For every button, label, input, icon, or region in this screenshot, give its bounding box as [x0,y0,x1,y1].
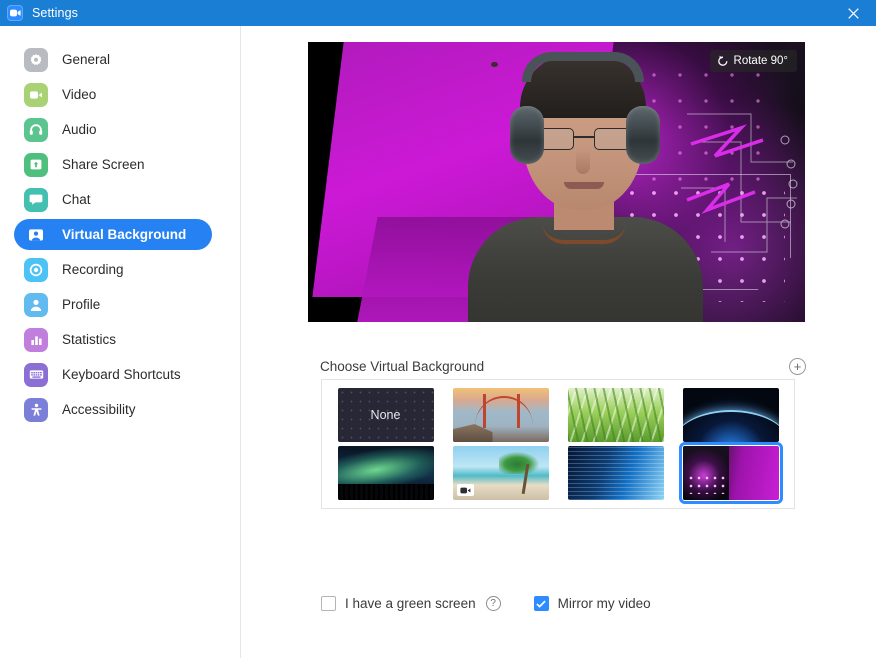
window-body: General Video [0,26,876,658]
person-eye-left [491,62,498,67]
background-thumbnail-purple-cyber[interactable] [683,446,779,500]
sidebar-item-label: Virtual Background [62,227,186,242]
shirt-collar [542,222,626,244]
person-frame-icon [24,223,48,247]
person-mouth [564,182,604,189]
settings-window: Settings General [0,0,876,658]
background-thumbnail-grass[interactable] [568,388,664,442]
green-screen-checkbox[interactable] [321,596,336,611]
settings-sidebar: General Video [0,26,241,658]
zoom-camera-icon [7,5,23,21]
headphone-band [522,52,644,82]
sidebar-item-profile[interactable]: Profile [14,289,212,320]
headphone-cup-right [626,106,660,164]
sidebar-item-label: Keyboard Shortcuts [62,367,181,382]
sidebar-item-label: Video [62,87,96,102]
gear-icon [24,48,48,72]
sidebar-item-statistics[interactable]: Statistics [14,324,212,355]
background-thumbnail-beach[interactable] [453,446,549,500]
video-preview: Rotate 90° [308,42,805,322]
glasses-icon [536,128,632,150]
window-title: Settings [32,6,78,20]
sidebar-item-keyboard-shortcuts[interactable]: Keyboard Shortcuts [14,359,212,390]
add-background-button[interactable]: + [789,358,806,375]
accessibility-icon [24,398,48,422]
mirror-video-label: Mirror my video [558,596,651,611]
title-bar: Settings [0,0,876,26]
background-thumbnail-none[interactable]: None [338,388,434,442]
sidebar-item-video[interactable]: Video [14,79,212,110]
background-thumbnail-golden-gate[interactable] [453,388,549,442]
sidebar-item-recording[interactable]: Recording [14,254,212,285]
sidebar-item-label: General [62,52,110,67]
settings-main-pane: Rotate 90° Choose Virtual Background + N… [241,26,876,658]
sidebar-item-label: Recording [62,262,124,277]
help-icon[interactable]: ? [486,596,501,611]
sidebar-item-label: Audio [62,122,97,137]
upload-screen-icon [24,153,48,177]
background-thumbnail-grid: None [321,379,795,509]
chat-bubble-icon [24,188,48,212]
bar-chart-icon [24,328,48,352]
headphone-cup-left [510,106,544,164]
thumbnail-label: None [338,388,434,442]
sidebar-item-label: Share Screen [62,157,145,172]
person-nose [576,150,590,174]
sidebar-item-general[interactable]: General [14,44,212,75]
sidebar-item-virtual-background[interactable]: Virtual Background [14,219,212,250]
video-camera-icon [24,83,48,107]
background-thumbnail-earth[interactable] [683,388,779,442]
record-circle-icon [24,258,48,282]
rotate-button-label: Rotate 90° [734,55,788,67]
mirror-video-checkbox[interactable] [534,596,549,611]
sidebar-item-accessibility[interactable]: Accessibility [14,394,212,425]
close-button[interactable] [830,0,876,26]
sidebar-item-label: Statistics [62,332,116,347]
sidebar-item-chat[interactable]: Chat [14,184,212,215]
keyboard-icon [24,363,48,387]
person-icon [24,293,48,317]
headphones-icon [24,118,48,142]
sidebar-item-label: Chat [62,192,91,207]
sidebar-item-label: Accessibility [62,402,136,417]
video-badge-icon [457,484,474,496]
magenta-zigzag-icon [685,122,795,232]
green-screen-label: I have a green screen [345,596,476,611]
person-silhouette [476,54,691,322]
sidebar-item-share-screen[interactable]: Share Screen [14,149,212,180]
rotate-90-button[interactable]: Rotate 90° [710,50,797,72]
sidebar-item-label: Profile [62,297,100,312]
virtual-background-options: I have a green screen ? Mirror my video [321,596,651,611]
green-screen-option[interactable]: I have a green screen ? [321,596,501,611]
mirror-video-option[interactable]: Mirror my video [534,596,651,611]
section-title: Choose Virtual Background [320,359,484,374]
virtual-background-section-header: Choose Virtual Background + [320,358,806,375]
video-badge-icon [342,484,359,496]
rotate-counterclockwise-icon [717,55,729,67]
background-thumbnail-blue-tech[interactable] [568,446,664,500]
sidebar-item-audio[interactable]: Audio [14,114,212,145]
background-thumbnail-aurora[interactable] [338,446,434,500]
